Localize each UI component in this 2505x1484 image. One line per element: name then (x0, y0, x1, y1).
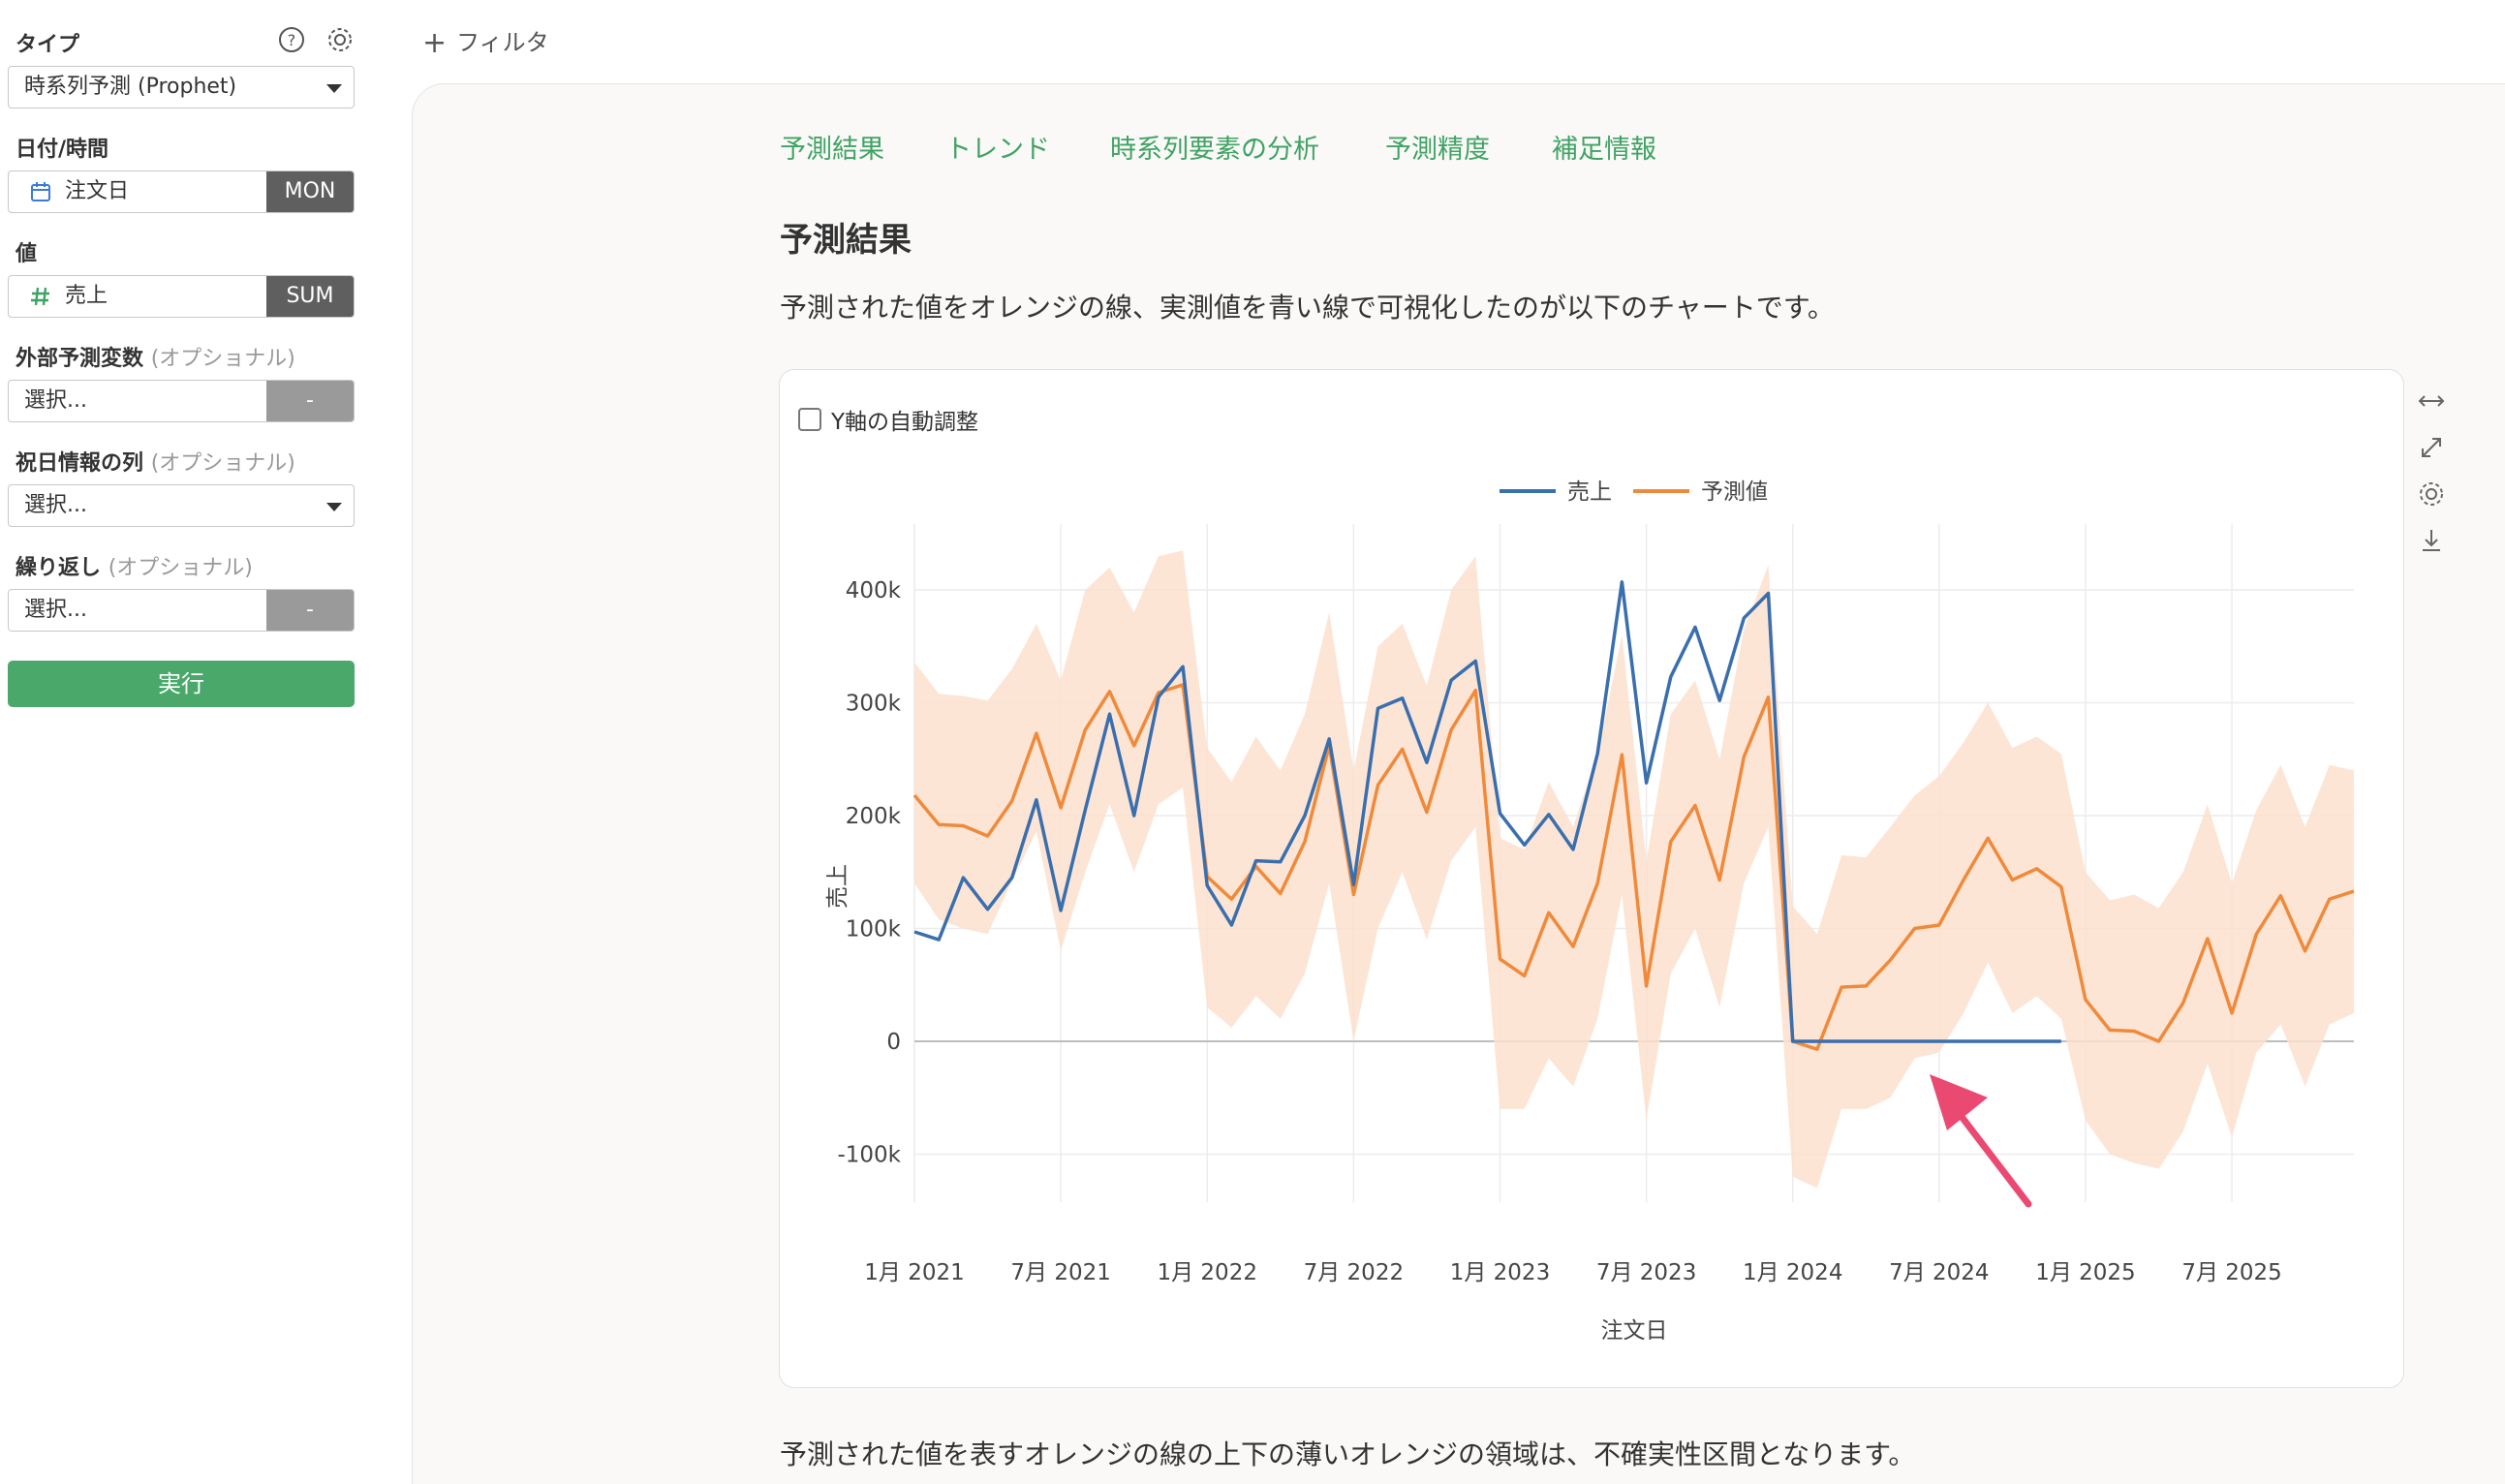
caret-down-icon (326, 84, 342, 93)
repeat-label: 繰り返し (オプショナル) (15, 550, 253, 581)
help-icon[interactable]: ? (277, 25, 306, 54)
tab-components[interactable]: 時系列要素の分析 (1110, 128, 1319, 166)
sidebar: タイプ ? 時系列予測 (Prophet) 日付/時間 注文日 MON 値 売上… (0, 0, 368, 1484)
holiday-select[interactable]: 選択... (8, 484, 355, 527)
x-tick-label: 1月 2023 (1450, 1260, 1550, 1285)
caret-down-icon (326, 503, 342, 511)
filter-label: フィルタ (456, 29, 549, 56)
x-tick-label: 7月 2024 (1889, 1260, 1989, 1285)
y-tick-label: 0 (886, 1030, 901, 1055)
add-filter-button[interactable]: + フィルタ (422, 23, 549, 60)
download-icon[interactable] (2416, 525, 2447, 556)
y-tick-label: -100k (837, 1143, 901, 1168)
repeat-label-text: 繰り返し (15, 556, 102, 580)
repeat-optional: (オプショナル) (108, 556, 253, 580)
x-tick-label: 1月 2025 (2035, 1260, 2135, 1285)
x-tick-label: 7月 2021 (1010, 1260, 1110, 1285)
y-tick-label: 100k (846, 917, 902, 943)
settings-icon[interactable] (2416, 479, 2447, 510)
date-label: 日付/時間 (15, 138, 109, 162)
y-axis-title: 売上 (825, 864, 850, 909)
section-title: 予測結果 (780, 221, 912, 260)
x-tick-label: 1月 2022 (1157, 1260, 1256, 1285)
x-tick-label: 1月 2024 (1743, 1260, 1842, 1285)
type-label: タイプ (15, 33, 80, 57)
tab-trend[interactable]: トレンド (945, 128, 1050, 166)
gear-icon[interactable] (325, 25, 355, 54)
uncertainty-description: 予測された値を表すオレンジの線の上下の薄いオレンジの領域は、不確実性区間となりま… (780, 1438, 1916, 1470)
plus-icon: + (422, 26, 448, 60)
tab-extra-info[interactable]: 補足情報 (1552, 128, 1656, 166)
chart-description: 予測された値をオレンジの線、実測値を青い線で可視化したのが以下のチャートです。 (780, 292, 1835, 324)
x-axis-title: 注文日 (1601, 1318, 1668, 1344)
holiday-label: 祝日情報の列 (オプショナル) (15, 446, 295, 477)
y-tick-label: 200k (846, 804, 902, 829)
svg-text:?: ? (288, 31, 296, 49)
external-label: 外部予測変数 (オプショナル) (15, 341, 295, 372)
date-field-value: 注文日 (65, 179, 130, 203)
holiday-optional: (オプショナル) (150, 451, 295, 476)
calendar-icon (31, 182, 50, 201)
external-optional: (オプショナル) (150, 347, 295, 371)
repeat-placeholder: 選択... (24, 598, 87, 622)
x-tick-label: 7月 2025 (2181, 1260, 2281, 1285)
type-select[interactable]: 時系列予測 (Prophet) (8, 66, 355, 108)
x-tick-label: 1月 2021 (864, 1260, 964, 1285)
value-field[interactable]: 売上 SUM (8, 275, 355, 318)
external-tag[interactable]: - (266, 381, 354, 421)
holiday-label-text: 祝日情報の列 (15, 451, 144, 476)
value-field-value: 売上 (65, 284, 108, 308)
legend-label-forecast: 予測値 (1701, 479, 1768, 505)
value-label: 値 (15, 242, 38, 266)
x-tick-label: 7月 2023 (1596, 1260, 1696, 1285)
external-label-text: 外部予測変数 (15, 347, 144, 371)
type-select-value: 時系列予測 (Prophet) (24, 75, 237, 99)
annotation-arrow-head (1930, 1074, 1988, 1130)
x-tick-label: 7月 2022 (1304, 1260, 1404, 1285)
expand-icon[interactable] (2416, 432, 2447, 463)
legend-label-actual: 売上 (1567, 479, 1612, 505)
y-tick-label: 300k (846, 692, 902, 717)
tab-forecast-result[interactable]: 予測結果 (780, 128, 884, 166)
y-tick-label: 400k (846, 578, 902, 603)
pan-icon[interactable] (2416, 386, 2447, 417)
forecast-chart: 1月 2021 7月 2021 1月 2022 7月 2022 1月 2023 7月 20… (825, 479, 2355, 1344)
value-aggregation-tag[interactable]: SUM (266, 276, 354, 317)
date-field[interactable]: 注文日 MON (8, 170, 355, 213)
repeat-tag[interactable]: - (266, 590, 354, 631)
external-placeholder: 選択... (24, 388, 87, 413)
tab-accuracy[interactable]: 予測精度 (1385, 128, 1490, 166)
repeat-field[interactable]: 選択... - (8, 589, 355, 632)
run-button[interactable]: 実行 (8, 661, 355, 707)
holiday-select-value: 選択... (24, 493, 87, 517)
external-field[interactable]: 選択... - (8, 380, 355, 422)
date-aggregation-tag[interactable]: MON (266, 171, 354, 212)
hash-icon (31, 287, 49, 306)
